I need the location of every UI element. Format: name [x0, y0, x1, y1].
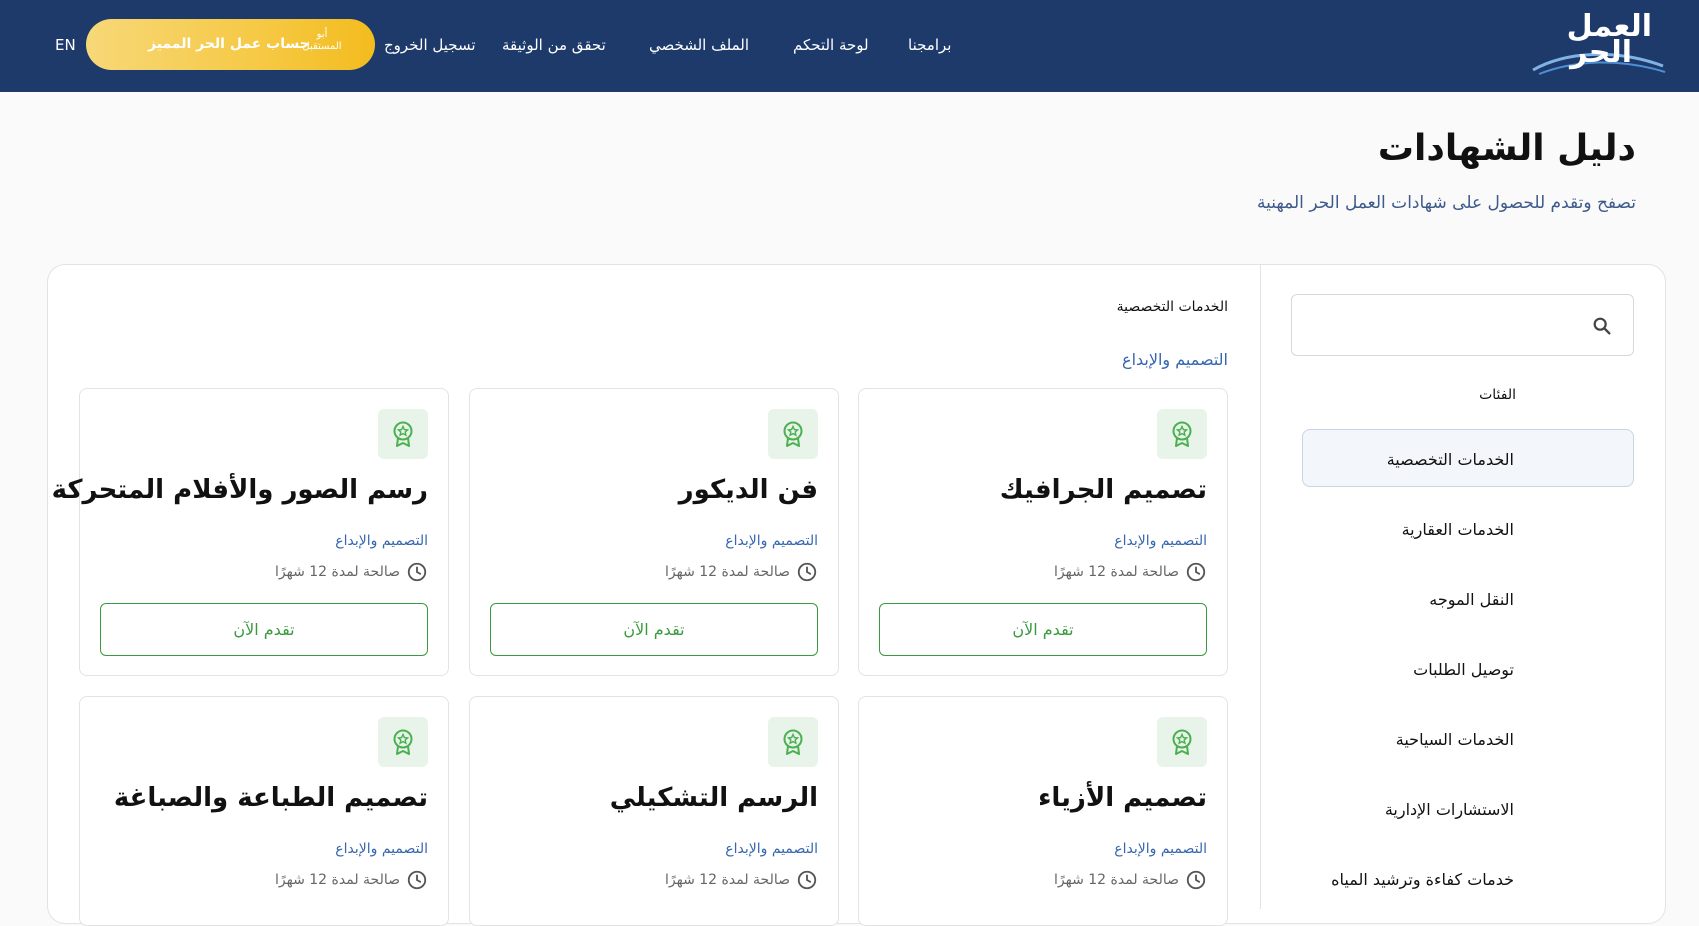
award-ribbon-icon: [378, 717, 428, 767]
certificate-card: الرسم التشكيلي التصميم والإبداع صالحة لمدة…: [469, 696, 839, 926]
award-ribbon-icon: [768, 409, 818, 459]
logo-line-2: الحر: [1570, 35, 1632, 70]
card-validity-text: صالحة لمدة 12 شهرًا: [275, 564, 400, 580]
certificate-card: رسم الصور والأفلام المتحركة التصميم والإب…: [52, 388, 449, 676]
award-ribbon-icon: [378, 409, 428, 459]
card-validity: صالحة لمدة 12 شهرًا: [275, 561, 428, 583]
card-validity: صالحة لمدة 12 شهرًا: [1054, 561, 1207, 583]
certificate-card: تصميم الجرافيك التصميم والإبداع صالحة لمدة…: [858, 388, 1228, 676]
award-ribbon-icon: [1157, 717, 1207, 767]
card-category: التصميم والإبداع: [725, 841, 818, 857]
card-title: الرسم التشكيلي: [609, 783, 818, 813]
page-subtitle: تصفح وتقدم للحصول على شهادات العمل الحر …: [1256, 193, 1636, 213]
card-validity: صالحة لمدة 12 شهرًا: [665, 869, 818, 891]
section-subcategory[interactable]: التصميم والإبداع: [1122, 350, 1228, 369]
card-validity: صالحة لمدة 12 شهرًا: [665, 561, 818, 583]
certificate-card: تصميم الأزياء التصميم والإبداع صالحة لمدة …: [858, 696, 1228, 926]
site-logo[interactable]: العمل الحر: [1525, 12, 1670, 78]
card-validity: صالحة لمدة 12 شهرًا: [1054, 869, 1207, 891]
card-validity-text: صالحة لمدة 12 شهرًا: [665, 872, 790, 888]
card-validity-text: صالحة لمدة 12 شهرًا: [1054, 564, 1179, 580]
search-input[interactable]: [1304, 305, 1574, 345]
category-specialized-services[interactable]: الخدمات التخصصية: [1387, 450, 1514, 469]
clock-icon: [1186, 870, 1206, 890]
card-title: فن الديكور: [678, 475, 818, 505]
premium-brand-mark: أبو المستقبل: [302, 29, 342, 52]
award-ribbon-icon: [768, 717, 818, 767]
clock-icon: [407, 870, 427, 890]
clock-icon: [797, 870, 817, 890]
card-title: رسم الصور والأفلام المتحركة: [51, 475, 428, 505]
nav-dashboard[interactable]: لوحة التحكم: [793, 36, 869, 54]
certificate-card: فن الديكور التصميم والإبداع صالحة لمدة 12 …: [469, 388, 839, 676]
certificate-card: تصميم الطباعة والصباغة التصميم والإبداع صا…: [79, 696, 449, 926]
card-category: التصميم والإبداع: [335, 533, 428, 549]
card-category: التصميم والإبداع: [725, 533, 818, 549]
category-delivery[interactable]: توصيل الطلبات: [1413, 660, 1514, 679]
card-title: تصميم الأزياء: [1038, 783, 1207, 813]
nav-programs[interactable]: برامجنا: [908, 36, 951, 54]
search-icon[interactable]: [1591, 315, 1613, 337]
categories-label: الفئات: [1479, 387, 1516, 403]
apply-now-button[interactable]: تقدم الآن: [490, 603, 818, 656]
sidebar-divider: [1260, 264, 1261, 909]
card-category: التصميم والإبداع: [335, 841, 428, 857]
card-title: تصميم الجرافيك: [999, 475, 1207, 505]
card-title: تصميم الطباعة والصباغة: [113, 783, 428, 813]
card-validity: صالحة لمدة 12 شهرًا: [275, 869, 428, 891]
clock-icon: [407, 562, 427, 582]
language-switch[interactable]: EN: [55, 36, 76, 54]
nav-logout[interactable]: تسجيل الخروج: [384, 36, 476, 54]
category-management-consulting[interactable]: الاستشارات الإدارية: [1385, 800, 1514, 819]
nav-profile[interactable]: الملف الشخصي: [649, 36, 749, 54]
section-label: الخدمات التخصصية: [1116, 299, 1228, 315]
category-real-estate[interactable]: الخدمات العقارية: [1402, 520, 1514, 539]
card-category: التصميم والإبداع: [1114, 841, 1207, 857]
apply-now-button[interactable]: تقدم الآن: [100, 603, 428, 656]
category-directed-transport[interactable]: النقل الموجه: [1429, 590, 1514, 609]
search-field[interactable]: [1291, 294, 1634, 356]
award-ribbon-icon: [1157, 409, 1207, 459]
nav-verify-document[interactable]: تحقق من الوثيقة: [502, 36, 606, 54]
premium-account-label: حساب عمل الحر المميز: [148, 36, 310, 52]
card-validity-text: صالحة لمدة 12 شهرًا: [1054, 872, 1179, 888]
category-water-efficiency[interactable]: خدمات كفاءة وترشيد المياه: [1331, 870, 1514, 889]
premium-account-button[interactable]: حساب عمل الحر المميز أبو المستقبل: [86, 19, 375, 70]
category-tourism[interactable]: الخدمات السياحية: [1396, 730, 1514, 749]
top-navigation-bar: العمل الحر برامجنا لوحة التحكم الملف الش…: [0, 0, 1699, 92]
page-title: دليل الشهادات: [1377, 128, 1636, 169]
clock-icon: [797, 562, 817, 582]
card-category: التصميم والإبداع: [1114, 533, 1207, 549]
card-validity-text: صالحة لمدة 12 شهرًا: [665, 564, 790, 580]
apply-now-button[interactable]: تقدم الآن: [879, 603, 1207, 656]
card-validity-text: صالحة لمدة 12 شهرًا: [275, 872, 400, 888]
clock-icon: [1186, 562, 1206, 582]
